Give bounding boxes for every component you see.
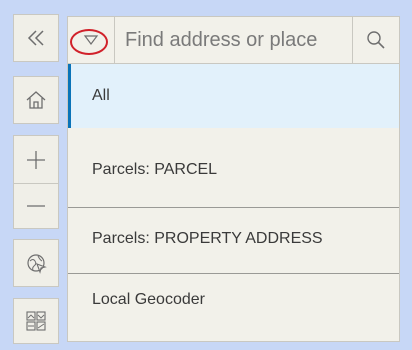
zoom-in-button[interactable] — [13, 135, 59, 183]
basemap-gallery-button[interactable] — [13, 298, 59, 344]
search-icon — [367, 31, 385, 49]
double-chevron-left-icon — [27, 30, 44, 46]
source-menu: All Parcels: PARCEL Parcels: PROPERTY AD… — [67, 64, 400, 342]
locate-icon — [27, 254, 47, 274]
plus-icon — [27, 150, 45, 169]
source-menu-toggle[interactable] — [68, 17, 115, 63]
highlight-circle — [70, 29, 108, 55]
home-button[interactable] — [13, 76, 59, 124]
source-item-label: All — [92, 87, 110, 104]
basemap-gallery-icon — [26, 311, 46, 331]
source-item-all[interactable]: All — [68, 64, 399, 128]
home-icon — [26, 91, 46, 109]
search-button[interactable] — [352, 17, 399, 63]
search-input[interactable] — [115, 17, 352, 63]
source-item-label: Parcels: PARCEL — [92, 161, 218, 178]
collapse-button[interactable] — [13, 14, 59, 62]
source-item-parcels-parcel[interactable]: Parcels: PARCEL — [68, 139, 399, 201]
source-item-local-geocoder[interactable]: Local Geocoder — [68, 274, 399, 326]
search-widget — [67, 16, 400, 64]
minus-icon — [27, 205, 45, 207]
locate-button[interactable] — [13, 239, 59, 287]
source-item-label: Local Geocoder — [92, 291, 205, 308]
zoom-out-button[interactable] — [13, 183, 59, 229]
source-item-parcels-property-address[interactable]: Parcels: PROPERTY ADDRESS — [68, 208, 399, 270]
source-item-label: Parcels: PROPERTY ADDRESS — [92, 230, 323, 247]
